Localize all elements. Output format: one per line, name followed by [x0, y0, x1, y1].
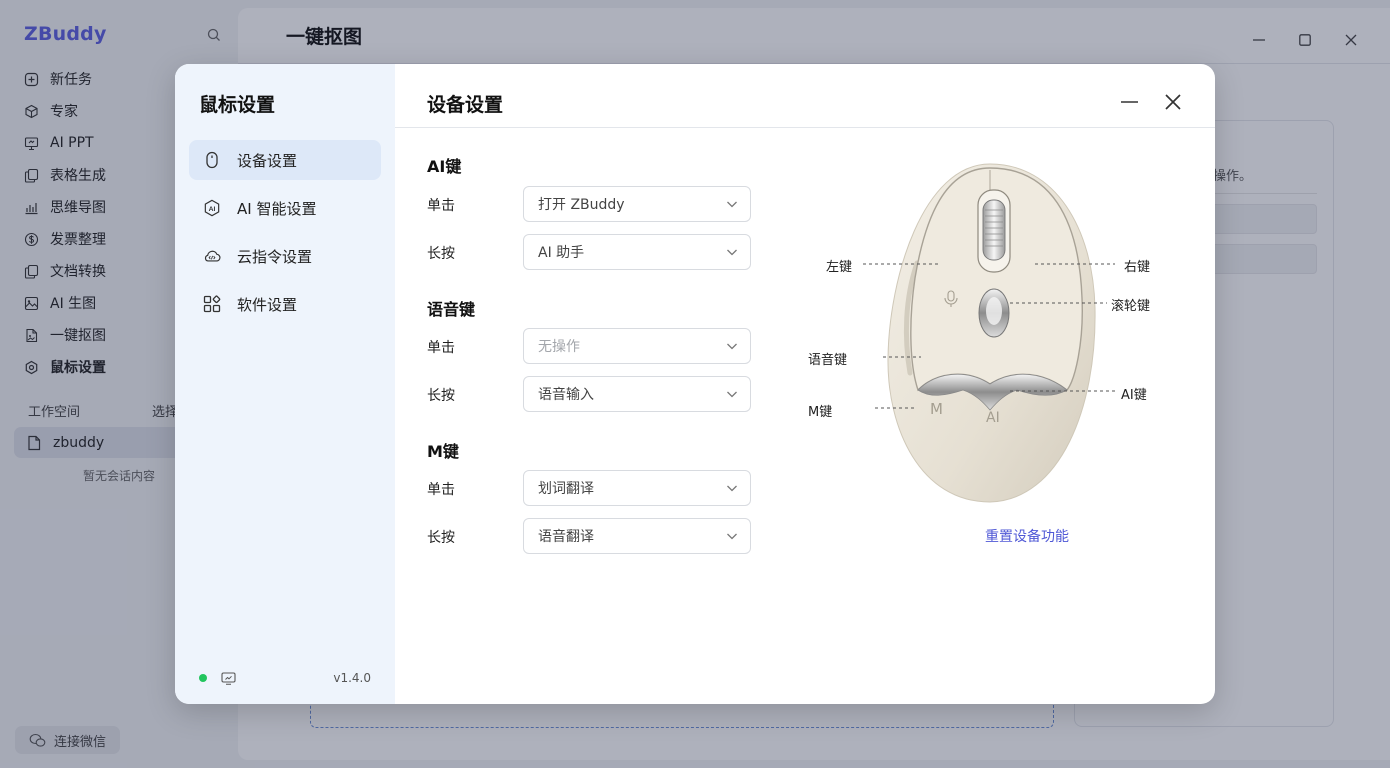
- chevron-down-icon: [726, 247, 738, 257]
- dialog-close-button[interactable]: [1161, 90, 1185, 114]
- select-value: 语音输入: [538, 387, 594, 403]
- m-key-click-select[interactable]: 划词翻译: [523, 470, 751, 506]
- mouse-icon: [203, 151, 221, 169]
- menu-item-device-settings[interactable]: 设备设置: [189, 140, 381, 180]
- row-label: 单击: [427, 340, 455, 356]
- row-label: 长按: [427, 388, 455, 404]
- row-label: 长按: [427, 530, 455, 546]
- row-label: 长按: [427, 246, 455, 262]
- divider: [395, 127, 1215, 128]
- dialog-footer: v1.4.0: [199, 670, 371, 686]
- dialog-sidebar: 鼠标设置 设备设置 AI AI 智能设置 云指令设置 软件设置 v1.4.0: [175, 64, 395, 704]
- menu-item-software-settings[interactable]: 软件设置: [189, 284, 381, 324]
- callout-m-key: M键: [808, 405, 833, 420]
- callout-left-button: 左键: [826, 260, 853, 275]
- section-title-voice-key: 语音键: [427, 300, 476, 319]
- row-label: 单击: [427, 198, 455, 214]
- dialog-minimize-button[interactable]: [1117, 92, 1141, 112]
- reset-device-functions-link[interactable]: 重置设备功能: [985, 526, 1069, 546]
- dialog-title: 设备设置: [427, 94, 504, 116]
- menu-item-label: 云指令设置: [237, 247, 313, 266]
- row-label: 单击: [427, 482, 455, 498]
- section-title-ai-key: AI键: [427, 157, 462, 176]
- callout-voice-key: 语音键: [808, 353, 848, 368]
- select-value: 打开 ZBuddy: [538, 197, 625, 213]
- menu-item-label: 设备设置: [237, 151, 298, 170]
- menu-item-label: 软件设置: [237, 295, 298, 314]
- callout-right-button: 右键: [1124, 260, 1151, 275]
- ai-key-click-select[interactable]: 打开 ZBuddy: [523, 186, 751, 222]
- mouse-diagram: M AI 左键 右键 滚轮键 语音键 AI键 M键: [805, 158, 1185, 508]
- dialog-sidebar-title: 鼠标设置: [199, 94, 276, 116]
- callout-scroll-wheel: 滚轮键: [1111, 299, 1151, 314]
- section-title-m-key: M键: [427, 442, 459, 461]
- select-value: 划词翻译: [538, 481, 594, 497]
- mouse-m-mark: M: [930, 400, 943, 418]
- ai-badge-icon: AI: [203, 199, 221, 217]
- chevron-down-icon: [726, 341, 738, 351]
- menu-item-cloud-commands[interactable]: 云指令设置: [189, 236, 381, 276]
- select-value: 语音翻译: [538, 529, 594, 545]
- svg-text:AI: AI: [209, 206, 216, 213]
- mouse-settings-dialog: 鼠标设置 设备设置 AI AI 智能设置 云指令设置 软件设置 v1.4.0 设…: [175, 64, 1215, 704]
- voice-key-hold-select[interactable]: 语音输入: [523, 376, 751, 412]
- dialog-menu: 设备设置 AI AI 智能设置 云指令设置 软件设置: [189, 140, 381, 332]
- grid-icon: [203, 295, 221, 313]
- mouse-ai-mark: AI: [986, 410, 1000, 426]
- dialog-content: 设备设置 AI键 单击 打开 ZBuddy 长按 AI 助手 语音键 单击 无操…: [395, 64, 1215, 704]
- chevron-down-icon: [726, 531, 738, 541]
- connection-status-dot: [199, 674, 207, 682]
- ai-key-hold-select[interactable]: AI 助手: [523, 234, 751, 270]
- monitor-icon[interactable]: [221, 671, 236, 685]
- chevron-down-icon: [726, 199, 738, 209]
- callout-ai-key: AI键: [1121, 388, 1147, 403]
- select-value: 无操作: [538, 339, 580, 355]
- version-label: v1.4.0: [333, 671, 371, 685]
- select-value: AI 助手: [538, 245, 585, 261]
- menu-item-ai-settings[interactable]: AI AI 智能设置: [189, 188, 381, 228]
- mouse-illustration: [863, 163, 1117, 503]
- voice-key-click-select[interactable]: 无操作: [523, 328, 751, 364]
- chevron-down-icon: [726, 389, 738, 399]
- menu-item-label: AI 智能设置: [237, 199, 317, 218]
- m-key-hold-select[interactable]: 语音翻译: [523, 518, 751, 554]
- chevron-down-icon: [726, 483, 738, 493]
- cloud-code-icon: [203, 247, 221, 265]
